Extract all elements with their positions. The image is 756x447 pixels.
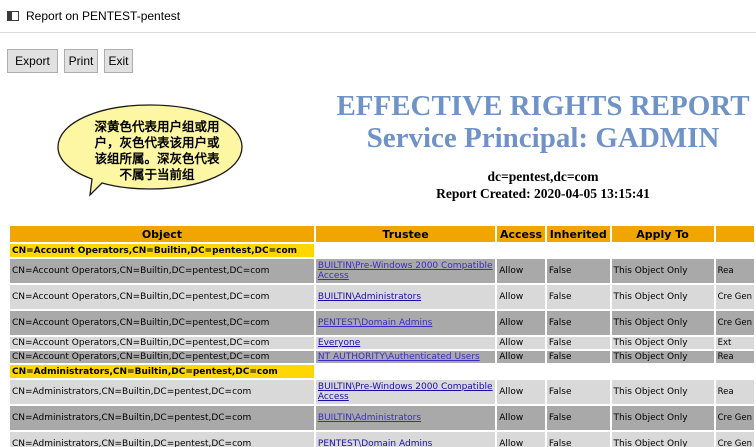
- trustee-link[interactable]: Everyone: [318, 338, 493, 348]
- table-row: CN=Account Operators,CN=Builtin,DC=pente…: [10, 285, 754, 309]
- callout-line: 不属于当前组: [119, 167, 195, 182]
- inherited-cell: False: [546, 380, 610, 404]
- object-cell: CN=Account Operators,CN=Builtin,DC=pente…: [10, 311, 314, 335]
- access-cell: Allow: [497, 285, 545, 309]
- access-cell: Allow: [497, 432, 545, 447]
- table-row: CN=Administrators,CN=Builtin,DC=pentest,…: [10, 432, 754, 447]
- trustee-cell: NT AUTHORITY\Authenticated Users: [315, 351, 496, 363]
- apply-to-cell: This Object Only: [611, 311, 714, 335]
- callout-text: 深黄色代表用户组或用 户，灰色代表该用户或 该组所属。深灰色代表 不属于当前组: [82, 119, 232, 183]
- group-spacer-cell: [315, 365, 754, 378]
- object-cell: CN=Account Operators,CN=Builtin,DC=pente…: [10, 259, 314, 283]
- table-body: CN=Account Operators,CN=Builtin,DC=pente…: [10, 244, 754, 447]
- print-button[interactable]: Print: [64, 49, 98, 73]
- window-app-icon: [7, 11, 19, 21]
- table-row: CN=Account Operators,CN=Builtin,DC=pente…: [10, 311, 754, 335]
- trustee-cell: Everyone: [315, 337, 496, 349]
- group-object-cell: CN=Account Operators,CN=Builtin,DC=pente…: [10, 244, 314, 257]
- object-cell: CN=Administrators,CN=Builtin,DC=pentest,…: [10, 432, 314, 447]
- report-subtitle: Service Principal: GADMIN: [366, 122, 720, 154]
- title-bar: Report on PENTEST-pentest: [0, 0, 756, 33]
- apply-to-cell: This Object Only: [611, 406, 714, 430]
- inherited-cell: False: [546, 285, 610, 309]
- object-cell: CN=Administrators,CN=Builtin,DC=pentest,…: [10, 380, 314, 404]
- trustee-link[interactable]: BUILTIN\Pre-Windows 2000 Compatible Acce…: [318, 261, 493, 281]
- report-domain: dc=pentest,dc=com: [487, 169, 599, 184]
- trustee-cell: BUILTIN\Pre-Windows 2000 Compatible Acce…: [315, 380, 496, 404]
- object-cell: CN=Account Operators,CN=Builtin,DC=pente…: [10, 337, 314, 349]
- object-cell: CN=Administrators,CN=Builtin,DC=pentest,…: [10, 406, 314, 430]
- callout-line: 户，灰色代表该用户或: [94, 135, 220, 150]
- access-cell: Allow: [497, 406, 545, 430]
- object-cell: CN=Account Operators,CN=Builtin,DC=pente…: [10, 351, 314, 363]
- column-header-apply-to: Apply To: [611, 226, 714, 242]
- inherited-cell: False: [546, 337, 610, 349]
- trustee-link[interactable]: BUILTIN\Administrators: [318, 413, 493, 423]
- group-object-cell: CN=Administrators,CN=Builtin,DC=pentest,…: [10, 365, 314, 378]
- legend-callout: 深黄色代表用户组或用 户，灰色代表该用户或 该组所属。深灰色代表 不属于当前组: [52, 101, 248, 197]
- callout-line: 该组所属。深灰色代表: [94, 151, 220, 166]
- group-header-row: CN=Administrators,CN=Builtin,DC=pentest,…: [10, 365, 754, 378]
- permission-cell: Rea: [715, 259, 754, 283]
- table-row: CN=Administrators,CN=Builtin,DC=pentest,…: [10, 406, 754, 430]
- trustee-link[interactable]: NT AUTHORITY\Authenticated Users: [318, 352, 493, 362]
- inherited-cell: False: [546, 432, 610, 447]
- table-row: CN=Administrators,CN=Builtin,DC=pentest,…: [10, 380, 754, 404]
- permission-cell: Ext: [715, 337, 754, 349]
- column-header-inherited: Inherited: [546, 226, 610, 242]
- permission-cell: Cre Gen: [715, 285, 754, 309]
- inherited-cell: False: [546, 351, 610, 363]
- group-spacer-cell: [315, 244, 754, 257]
- apply-to-cell: This Object Only: [611, 337, 714, 349]
- inherited-cell: False: [546, 311, 610, 335]
- access-cell: Allow: [497, 380, 545, 404]
- apply-to-cell: This Object Only: [611, 259, 714, 283]
- trustee-link[interactable]: PENTEST\Domain Admins: [318, 439, 493, 447]
- trustee-cell: BUILTIN\Pre-Windows 2000 Compatible Acce…: [315, 259, 496, 283]
- permission-cell: Cre Gen: [715, 432, 754, 447]
- report-created: Report Created: 2020-04-05 13:15:41: [436, 186, 650, 201]
- column-header-trustee: Trustee: [315, 226, 496, 242]
- apply-to-cell: This Object Only: [611, 432, 714, 447]
- apply-to-cell: This Object Only: [611, 380, 714, 404]
- access-cell: Allow: [497, 337, 545, 349]
- table-header-row: Object Trustee Access Inherited Apply To: [10, 226, 754, 242]
- access-cell: Allow: [497, 351, 545, 363]
- group-header-row: CN=Account Operators,CN=Builtin,DC=pente…: [10, 244, 754, 257]
- table-row: CN=Account Operators,CN=Builtin,DC=pente…: [10, 337, 754, 349]
- table-row: CN=Account Operators,CN=Builtin,DC=pente…: [10, 351, 754, 363]
- inherited-cell: False: [546, 259, 610, 283]
- rights-table: Object Trustee Access Inherited Apply To…: [8, 224, 756, 447]
- permission-cell: Rea: [715, 351, 754, 363]
- callout-line: 深黄色代表用户组或用: [94, 119, 220, 134]
- trustee-cell: BUILTIN\Administrators: [315, 406, 496, 430]
- trustee-link[interactable]: BUILTIN\Administrators: [318, 292, 493, 302]
- trustee-cell: BUILTIN\Administrators: [315, 285, 496, 309]
- apply-to-cell: This Object Only: [611, 351, 714, 363]
- trustee-link[interactable]: BUILTIN\Pre-Windows 2000 Compatible Acce…: [318, 382, 493, 402]
- table-row: CN=Account Operators,CN=Builtin,DC=pente…: [10, 259, 754, 283]
- object-cell: CN=Account Operators,CN=Builtin,DC=pente…: [10, 285, 314, 309]
- export-button[interactable]: Export: [7, 49, 58, 73]
- inherited-cell: False: [546, 406, 610, 430]
- trustee-cell: PENTEST\Domain Admins: [315, 311, 496, 335]
- column-header-object: Object: [10, 226, 314, 242]
- window-title: Report on PENTEST-pentest: [26, 9, 181, 23]
- permission-cell: Cre Gen: [715, 311, 754, 335]
- trustee-link[interactable]: PENTEST\Domain Admins: [318, 318, 493, 328]
- permission-cell: Rea: [715, 380, 754, 404]
- exit-button[interactable]: Exit: [104, 49, 133, 73]
- access-cell: Allow: [497, 311, 545, 335]
- column-header-access: Access: [497, 226, 545, 242]
- access-cell: Allow: [497, 259, 545, 283]
- column-header-permissions: [715, 226, 754, 242]
- report-title: EFFECTIVE RIGHTS REPORT: [336, 90, 750, 122]
- trustee-cell: PENTEST\Domain Admins: [315, 432, 496, 447]
- apply-to-cell: This Object Only: [611, 285, 714, 309]
- permission-cell: Cre Gen: [715, 406, 754, 430]
